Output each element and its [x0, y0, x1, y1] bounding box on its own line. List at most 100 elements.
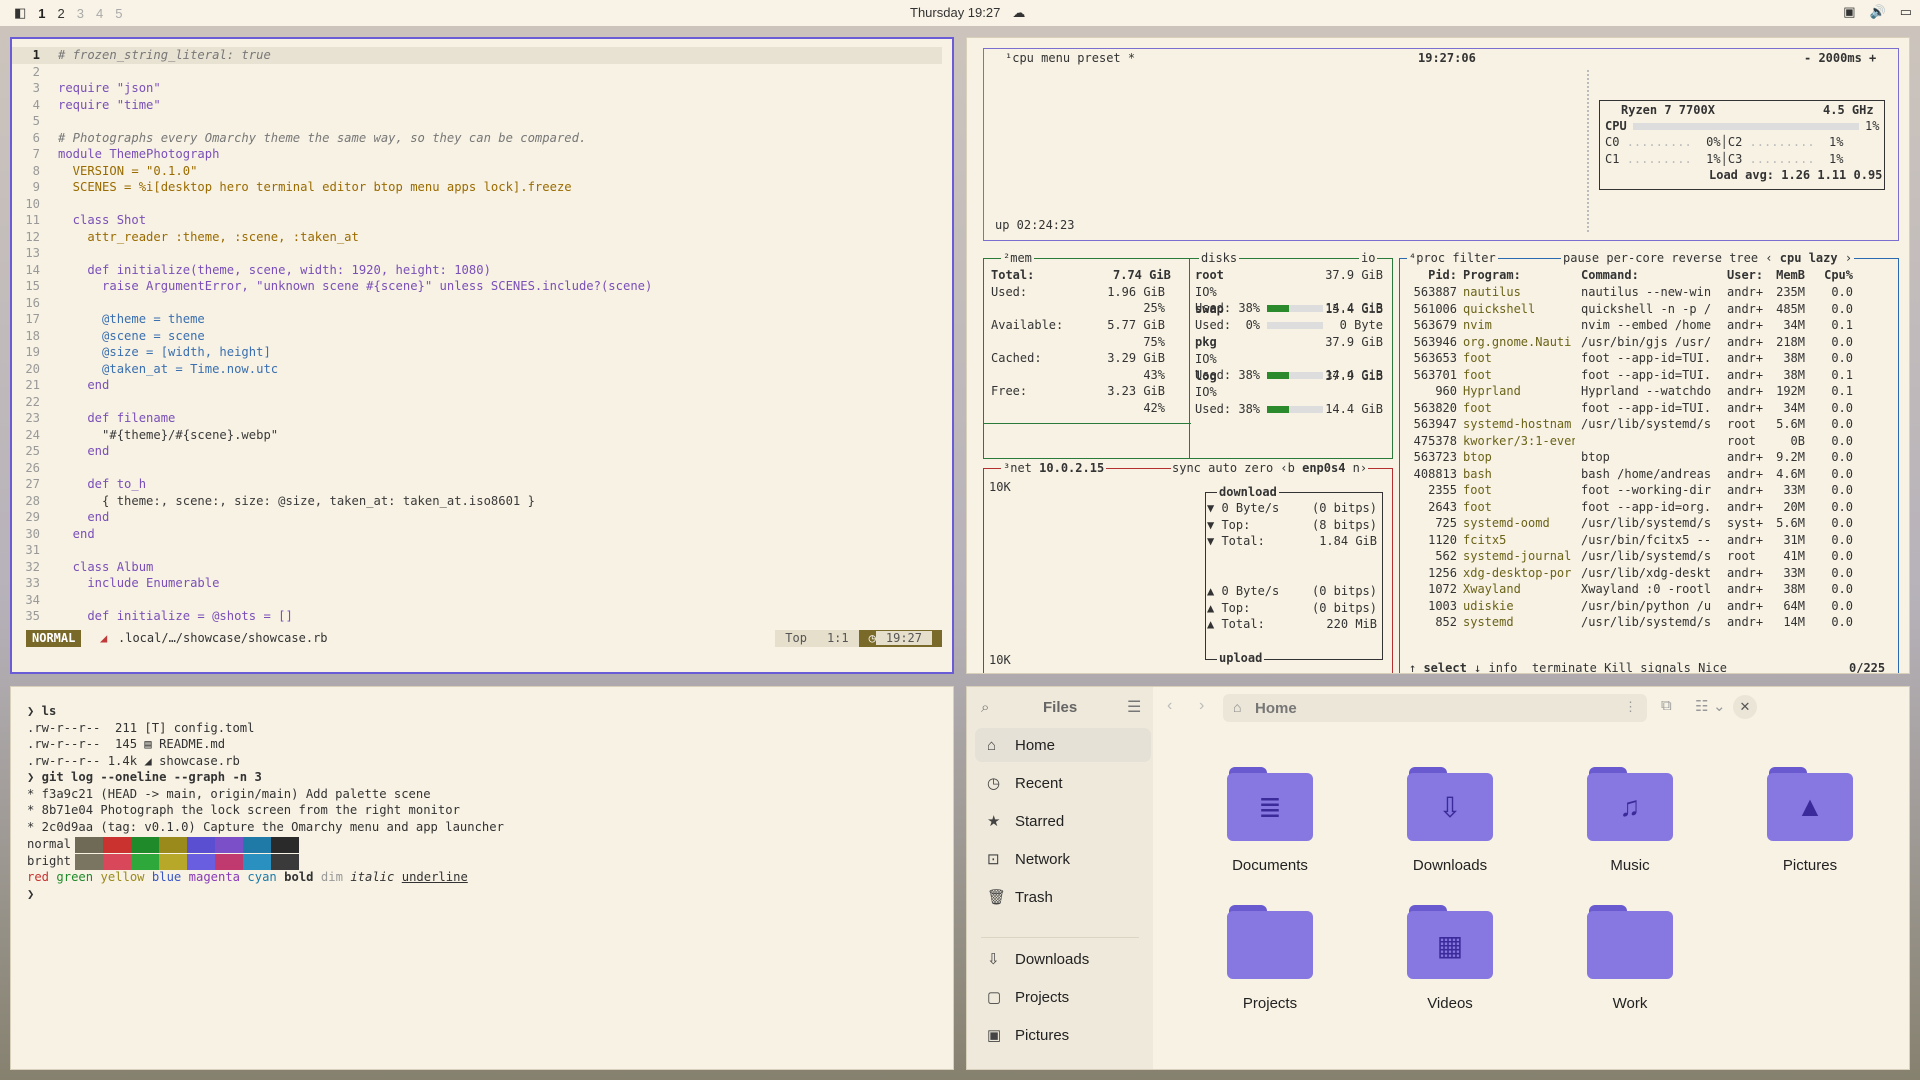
net-sync[interactable]: sync: [1172, 461, 1201, 475]
code-line[interactable]: 9 SCENES = %i[desktop hero terminal edit…: [12, 179, 942, 196]
io-toggle[interactable]: io: [1359, 250, 1378, 267]
close-icon[interactable]: ✕: [1733, 695, 1757, 719]
code-line[interactable]: 25 end: [12, 443, 942, 460]
code-line[interactable]: 13: [12, 245, 942, 262]
screen-icon[interactable]: ▣: [1843, 4, 1855, 20]
clock[interactable]: Thursday 19:27: [910, 5, 1000, 21]
view-icon[interactable]: ⧉: [1661, 697, 1672, 714]
sidebar-item-downloads[interactable]: ⇩ Downloads: [975, 942, 1151, 976]
workspace-3[interactable]: 3: [77, 6, 84, 21]
net-zero[interactable]: zero: [1244, 461, 1273, 475]
code-line[interactable]: 3 require "json": [12, 80, 942, 97]
sidebar-item-trash[interactable]: 🗑 Trash: [975, 880, 1151, 914]
folder-projects[interactable]: Projects: [1205, 905, 1335, 1012]
list-icon[interactable]: ☷: [1695, 697, 1708, 715]
workspace-5[interactable]: 5: [115, 6, 122, 21]
code-line[interactable]: 35 def initialize = @shots = []: [12, 608, 942, 625]
terminate-button[interactable]: terminate: [1532, 661, 1597, 673]
code-line[interactable]: 11 class Shot: [12, 212, 942, 229]
sidebar-item-recent[interactable]: ◷ Recent: [975, 766, 1151, 800]
volume-icon[interactable]: 🔊: [1870, 4, 1886, 20]
sidebar-item-home[interactable]: ⌂ Home: [975, 728, 1151, 762]
code-line[interactable]: 14 def initialize(theme, scene, width: 1…: [12, 262, 942, 279]
code-line[interactable]: 21 end: [12, 377, 942, 394]
folder-videos[interactable]: ▦ Videos: [1385, 905, 1515, 1012]
percore-button[interactable]: per-core: [1606, 251, 1664, 265]
btop-window[interactable]: ¹cpu menu preset * 19:27:06 - 2000ms + u…: [966, 37, 1910, 674]
pause-button[interactable]: pause: [1563, 251, 1599, 265]
code-line[interactable]: 5: [12, 113, 942, 130]
sort-selector[interactable]: cpu lazy: [1780, 251, 1838, 265]
workspace-4[interactable]: 4: [96, 6, 103, 21]
kill-button[interactable]: Kill: [1604, 661, 1633, 673]
net-interface[interactable]: enp0s4: [1302, 461, 1345, 475]
code-line[interactable]: 22: [12, 394, 942, 411]
code-line[interactable]: 15 raise ArgumentError, "unknown scene #…: [12, 278, 942, 295]
code-line[interactable]: 26: [12, 460, 942, 477]
code-line[interactable]: 6 # Photographs every Omarchy theme the s…: [12, 130, 942, 147]
sidebar-item-starred[interactable]: ★ Starred: [975, 804, 1151, 838]
code-line[interactable]: 7 module ThemePhotograph: [12, 146, 942, 163]
code-line[interactable]: 33 include Enumerable: [12, 575, 942, 592]
sidebar-item-network[interactable]: ⊡ Network: [975, 842, 1151, 876]
info-button[interactable]: info: [1489, 661, 1518, 673]
net-auto[interactable]: auto: [1208, 461, 1237, 475]
menu-button[interactable]: menu: [1041, 51, 1070, 65]
editor-window[interactable]: 1 # frozen_string_literal: true 2 3 require …: [10, 37, 954, 674]
more-icon[interactable]: ⋮: [1624, 699, 1637, 715]
menu-icon[interactable]: ☰: [1127, 697, 1141, 717]
code-line[interactable]: 27 def to_h: [12, 476, 942, 493]
mem-divider: [983, 423, 1191, 424]
search-icon[interactable]: ⌕: [981, 699, 989, 716]
preset-button[interactable]: preset *: [1077, 51, 1135, 65]
terminal-window[interactable]: ❯ ls .rw-r--r-- 211 [T] config.toml .rw-r-…: [10, 686, 954, 1070]
code-line[interactable]: 29 end: [12, 509, 942, 526]
code-line[interactable]: 24 "#{theme}/#{scene}.webp": [12, 427, 942, 444]
reverse-button[interactable]: reverse: [1671, 251, 1722, 265]
cpu-tab[interactable]: cpu: [1012, 51, 1034, 65]
display-icon[interactable]: ▭: [1900, 4, 1912, 20]
palette-normal: [75, 837, 299, 853]
workspace-2[interactable]: 2: [58, 6, 65, 21]
view-options-icon[interactable]: ⌄: [1713, 697, 1726, 715]
select-button[interactable]: select: [1423, 661, 1466, 673]
code-line[interactable]: 17 @theme = theme: [12, 311, 942, 328]
code-line[interactable]: 28 { theme:, scene:, size: @size, taken_…: [12, 493, 942, 510]
weather-icon[interactable]: ☁: [1012, 5, 1025, 21]
signals-button[interactable]: signals: [1640, 661, 1691, 673]
code-line[interactable]: 1 # frozen_string_literal: true: [12, 47, 942, 64]
folder-downloads[interactable]: ⇩ Downloads: [1385, 767, 1515, 874]
code-line[interactable]: 30 end: [12, 526, 942, 543]
forward-icon[interactable]: ›: [1199, 697, 1204, 715]
workspace-1[interactable]: 1: [38, 6, 45, 21]
code-line[interactable]: 4 require "time": [12, 97, 942, 114]
code-line[interactable]: 31: [12, 542, 942, 559]
update-interval[interactable]: - 2000ms +: [1801, 50, 1880, 67]
location-bar[interactable]: ⌂ Home ⋮: [1223, 694, 1647, 722]
nice-button[interactable]: Nice: [1698, 661, 1727, 673]
code-line[interactable]: 32 class Album: [12, 559, 942, 576]
code-line[interactable]: 20 @taken_at = Time.now.utc: [12, 361, 942, 378]
code-line[interactable]: 8 VERSION = "0.1.0": [12, 163, 942, 180]
back-icon[interactable]: ‹: [1167, 697, 1172, 715]
code-line[interactable]: 23 def filename: [12, 410, 942, 427]
process-cell: systemd: [1463, 615, 1514, 629]
code-line[interactable]: 10: [12, 196, 942, 213]
tree-button[interactable]: tree: [1729, 251, 1758, 265]
folder-work[interactable]: Work: [1565, 905, 1695, 1012]
folder-music[interactable]: ♫ Music: [1565, 767, 1695, 874]
code-line[interactable]: 19 @size = [width, height]: [12, 344, 942, 361]
code-line[interactable]: 18 @scene = scene: [12, 328, 942, 345]
filter-button[interactable]: filter: [1452, 251, 1495, 265]
terminal-prompt[interactable]: ❯: [27, 886, 34, 903]
files-window[interactable]: ⌕ Files ☰ ‹ › ⌂ Home ⋮ ⧉ ☷ ⌄ ✕ ⌂ Home ◷ Rec…: [966, 686, 1910, 1070]
folder-documents[interactable]: ≣ Documents: [1205, 767, 1335, 874]
code-line[interactable]: 16: [12, 295, 942, 312]
code-line[interactable]: 2: [12, 64, 942, 81]
sidebar-item-pictures[interactable]: ▣ Pictures: [975, 1018, 1151, 1052]
launcher-icon[interactable]: ◧: [14, 5, 26, 21]
code-line[interactable]: 12 attr_reader :theme, :scene, :taken_at: [12, 229, 942, 246]
code-line[interactable]: 34: [12, 592, 942, 609]
sidebar-item-projects[interactable]: ▢ Projects: [975, 980, 1151, 1014]
folder-pictures[interactable]: ▲ Pictures: [1745, 767, 1875, 874]
